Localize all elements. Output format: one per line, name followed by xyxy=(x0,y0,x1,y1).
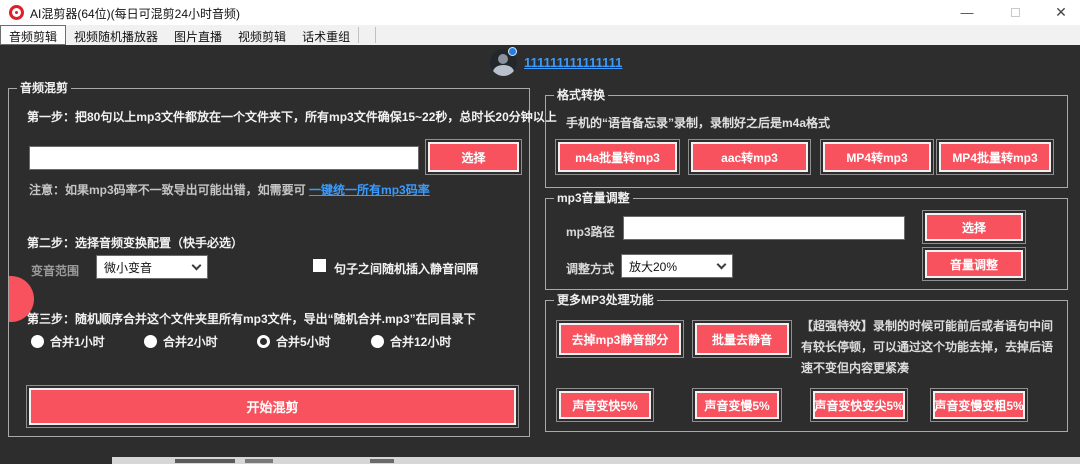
radio-label: 合并1小时 xyxy=(50,335,105,349)
faster-sharper-button[interactable]: 声音变快变尖5% xyxy=(810,388,908,422)
avatar-head xyxy=(498,54,508,64)
trim-silence-button[interactable]: 去掉mp3静音部分 xyxy=(556,320,684,358)
mp4-batch-to-mp3-button[interactable]: MP4批量转mp3 xyxy=(936,139,1054,175)
radio-merge-2h[interactable]: 合并2小时 xyxy=(144,333,218,350)
radio-icon[interactable] xyxy=(371,335,384,348)
silence-gap-checkbox[interactable] xyxy=(313,259,326,272)
group-volume-title: mp3音量调整 xyxy=(554,191,633,205)
chevron-down-icon xyxy=(191,260,202,270)
background-fragment xyxy=(175,459,235,463)
app-logo-icon xyxy=(9,5,24,20)
tab-script-recombine[interactable]: 话术重组 xyxy=(294,25,358,45)
background-window-strip xyxy=(112,457,1080,464)
close-button[interactable]: ✕ xyxy=(1044,0,1078,24)
tab-video-random-player[interactable]: 视频随机播放器 xyxy=(66,25,166,45)
tab-video-edit[interactable]: 视频剪辑 xyxy=(230,25,294,45)
aac-to-mp3-button[interactable]: aac转mp3 xyxy=(688,139,811,175)
group-volume-adjust: mp3音量调整 mp3路径 选择 调整方式 放大20% 音量调整 xyxy=(545,191,1068,290)
step1-text: 第一步：把80句以上mp3文件都放在一个文件夹下，所有mp3文件确保15~22秒… xyxy=(27,110,557,124)
group-audio-mix: 音频混剪 第一步：把80句以上mp3文件都放在一个文件夹下，所有mp3文件确保1… xyxy=(8,81,557,437)
radio-label: 合并12小时 xyxy=(390,335,452,349)
minimize-button[interactable]: — xyxy=(950,0,984,24)
radio-icon[interactable] xyxy=(144,335,157,348)
folder-path-input[interactable] xyxy=(29,146,419,170)
m4a-batch-to-mp3-button[interactable]: m4a批量转mp3 xyxy=(555,139,680,175)
window-title: AI混剪器(64位)(每日可混剪24小时音频) xyxy=(30,7,241,21)
group-more-mp3: 更多MP3处理功能 去掉mp3静音部分 批量去静音 【超强特效】录制的时候可能前… xyxy=(545,293,1068,432)
background-fragment xyxy=(245,459,273,463)
format-desc: 手机的“语音备忘录”录制，录制好之后是m4a格式 xyxy=(566,116,831,130)
mp3-path-input[interactable] xyxy=(623,216,905,240)
mp3-path-label: mp3路径 xyxy=(566,225,615,239)
mp4-to-mp3-button[interactable]: MP4转mp3 xyxy=(820,139,934,175)
silence-gap-label: 句子之间随机插入静音间隔 xyxy=(334,262,479,276)
speed-up-button[interactable]: 声音变快5% xyxy=(556,388,654,422)
step3-text: 第三步：随机顺序合并这个文件夹里所有mp3文件，导出“随机合并.mp3”在同目录… xyxy=(27,312,476,326)
radio-icon-selected[interactable] xyxy=(257,335,270,348)
group-format-convert: 格式转换 手机的“语音备忘录”录制，录制好之后是m4a格式 m4a批量转mp3 … xyxy=(545,88,1068,188)
radio-merge-5h[interactable]: 合并5小时 xyxy=(257,333,331,350)
avatar-body xyxy=(493,65,514,76)
avatar-badge-icon xyxy=(508,47,517,56)
radio-label: 合并2小时 xyxy=(163,335,218,349)
voice-range-value: 微小变音 xyxy=(104,260,153,275)
volume-adjust-button[interactable]: 音量调整 xyxy=(922,247,1026,281)
radio-label: 合并5小时 xyxy=(276,335,331,349)
slow-down-button[interactable]: 声音变慢5% xyxy=(692,388,782,422)
group-format-title: 格式转换 xyxy=(554,88,609,102)
app-window: AI混剪器(64位)(每日可混剪24小时音频) — ✕ 音频剪辑 视频随机播放器… xyxy=(0,0,1080,464)
titlebar: AI混剪器(64位)(每日可混剪24小时音频) — ✕ xyxy=(0,0,1080,25)
step2-text: 第二步：选择音频变换配置（快手必选） xyxy=(27,236,244,250)
background-fragment xyxy=(370,459,394,463)
choose-mp3-button[interactable]: 选择 xyxy=(922,210,1026,244)
group-more-title: 更多MP3处理功能 xyxy=(554,293,657,307)
start-mix-button[interactable]: 开始混剪 xyxy=(26,385,519,428)
username-link[interactable]: 111111111111111 xyxy=(524,55,622,70)
bitrate-note: 注意：如果mp3码率不一致导出可能出错，如需要可 一键统一所有mp3码率 xyxy=(29,181,430,198)
super-effect-tip: 【超强特效】录制的时候可能前后或者语句中间有较长停顿，可以通过这个功能去掉，去掉… xyxy=(801,319,1054,375)
maximize-icon xyxy=(1010,7,1020,17)
tab-audio-edit[interactable]: 音频剪辑 xyxy=(0,25,67,45)
adjust-mode-value: 放大20% xyxy=(629,259,678,274)
tab-stub xyxy=(359,25,375,45)
radio-merge-12h[interactable]: 合并12小时 xyxy=(371,333,451,350)
voice-range-select[interactable]: 微小变音 xyxy=(96,255,208,279)
tab-image-live[interactable]: 图片直播 xyxy=(166,25,230,45)
adjust-mode-select[interactable]: 放大20% xyxy=(621,254,733,278)
chevron-down-icon xyxy=(716,259,727,269)
adjust-mode-label: 调整方式 xyxy=(566,262,615,276)
bitrate-note-text: 注意：如果mp3码率不一致导出可能出错，如需要可 xyxy=(29,183,306,197)
radio-merge-1h[interactable]: 合并1小时 xyxy=(31,333,105,350)
unify-bitrate-link[interactable]: 一键统一所有mp3码率 xyxy=(309,183,430,197)
maximize-button[interactable] xyxy=(998,0,1032,24)
main-content: 111111111111111 音频混剪 第一步：把80句以上mp3文件都放在一… xyxy=(0,45,1080,464)
tab-divider xyxy=(375,27,377,43)
tab-strip: 音频剪辑 视频随机播放器 图片直播 视频剪辑 话术重组 xyxy=(0,25,1080,45)
slower-deeper-button[interactable]: 声音变慢变粗5% xyxy=(930,388,1028,422)
batch-trim-silence-button[interactable]: 批量去静音 xyxy=(692,320,792,358)
group-audio-mix-title: 音频混剪 xyxy=(17,81,72,95)
radio-icon[interactable] xyxy=(31,335,44,348)
voice-range-label: 变音范围 xyxy=(31,264,80,278)
choose-folder-button[interactable]: 选择 xyxy=(425,139,522,175)
